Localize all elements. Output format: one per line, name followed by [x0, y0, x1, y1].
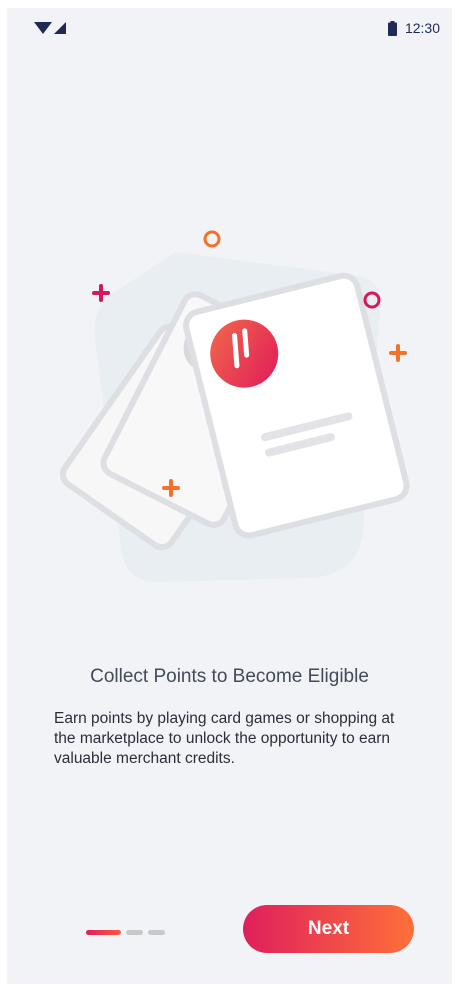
plus-orange-decoration-right [389, 344, 407, 362]
next-button[interactable]: Next [243, 905, 414, 953]
page-indicator-dot [126, 930, 143, 935]
page-indicator [86, 930, 165, 935]
plus-pink-decoration [92, 284, 110, 302]
ring-orange-decoration [203, 230, 221, 248]
onboarding-title: Collect Points to Become Eligible [90, 666, 369, 687]
onboarding-description: Earn points by playing card games or sho… [54, 710, 395, 767]
cards-illustration [59, 230, 410, 582]
onboarding-screen: 12:30 Collect Points to Become Eligible … [7, 8, 452, 984]
page-indicator-dot [148, 930, 165, 935]
page-indicator-dot-active [86, 930, 121, 935]
